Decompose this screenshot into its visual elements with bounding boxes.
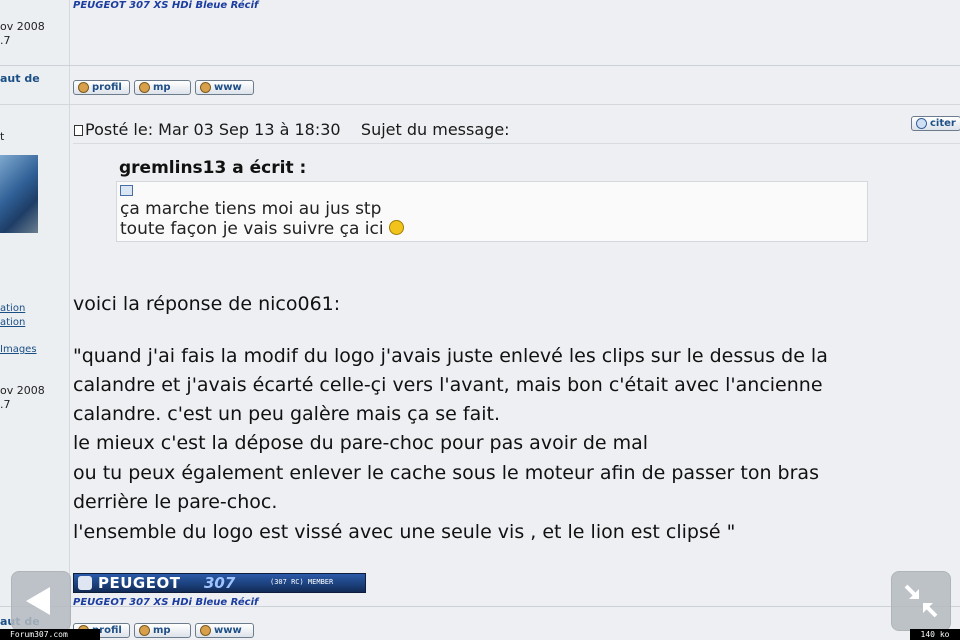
smiley-icon [389,220,405,235]
post-icon [74,125,83,136]
back-arrow-icon [26,587,50,615]
post-line: l'ensemble du logo est vissé avec une se… [73,521,736,543]
banner-model: 307 [204,574,236,592]
join-date: ov 2008 [0,20,45,33]
quote-icon [916,118,927,129]
images-link[interactable]: Images [0,344,37,355]
users-icon [139,82,150,93]
mp-button-2[interactable]: mp [134,623,191,638]
post-header: Posté le: Mar 03 Sep 13 à 18:30 Sujet du… [74,120,510,139]
peugeot-banner: PEUGEOT 307 (307 RC) MEMBER [73,573,366,593]
row-divider [0,104,960,105]
author-column: ov 2008 .7 aut de t ation ation Images o… [0,0,70,640]
location-link-1[interactable]: ation [0,303,25,314]
join-date-2: ov 2008 [0,384,45,397]
home-icon [200,625,211,636]
quote-box: ça marche tiens moi au jus stp toute faç… [116,181,868,242]
quote-marker-icon [120,185,133,196]
banner-brand: PEUGEOT [98,574,181,592]
post-count: .7 [0,34,11,47]
post-count-2: .7 [0,398,11,411]
quote-text: ça marche tiens moi au jus stp toute faç… [120,199,405,239]
site-name: Forum307.com [0,629,100,640]
collapse-icon [904,584,938,618]
post-line: derrière le pare-choc. [73,491,278,513]
post-line: le mieux c'est la dépose du pare-choc po… [73,432,649,454]
quote-button[interactable]: citer [911,116,960,131]
post-line: "quand j'ai fais la modif du logo j'avai… [73,345,828,367]
post-line: ou tu peux également enlever le cache so… [73,462,819,484]
collapse-button[interactable] [891,571,951,631]
profile-icon [78,82,89,93]
www-button-2[interactable]: www [195,623,254,638]
back-button[interactable] [11,571,71,631]
post-line: calandre et j'avais écarté celle-çi vers… [73,374,823,396]
banner-tag: (307 RC) MEMBER [270,578,334,586]
home-icon [200,82,211,93]
mp-button[interactable]: mp [134,80,191,95]
post-line: voici la réponse de nico061: [73,293,341,315]
profil-button[interactable]: profil [73,80,130,95]
www-button[interactable]: www [195,80,254,95]
post-line: calandre. c'est un peu galère mais ça se… [73,403,500,425]
quote-author: gremlins13 a écrit : [119,158,307,178]
author-status: t [0,130,5,143]
signature-text: PEUGEOT 307 XS HDi Bleue Récif [73,0,259,11]
page-size: 140 ko [910,629,960,640]
lion-logo-icon [78,576,92,590]
post-column [70,0,960,640]
users-icon [139,625,150,636]
back-to-top-link[interactable]: aut de [0,72,40,85]
avatar [0,155,38,233]
row-divider [0,65,960,66]
row-divider [0,606,960,607]
location-link-2[interactable]: ation [0,317,25,328]
header-divider [73,143,960,144]
